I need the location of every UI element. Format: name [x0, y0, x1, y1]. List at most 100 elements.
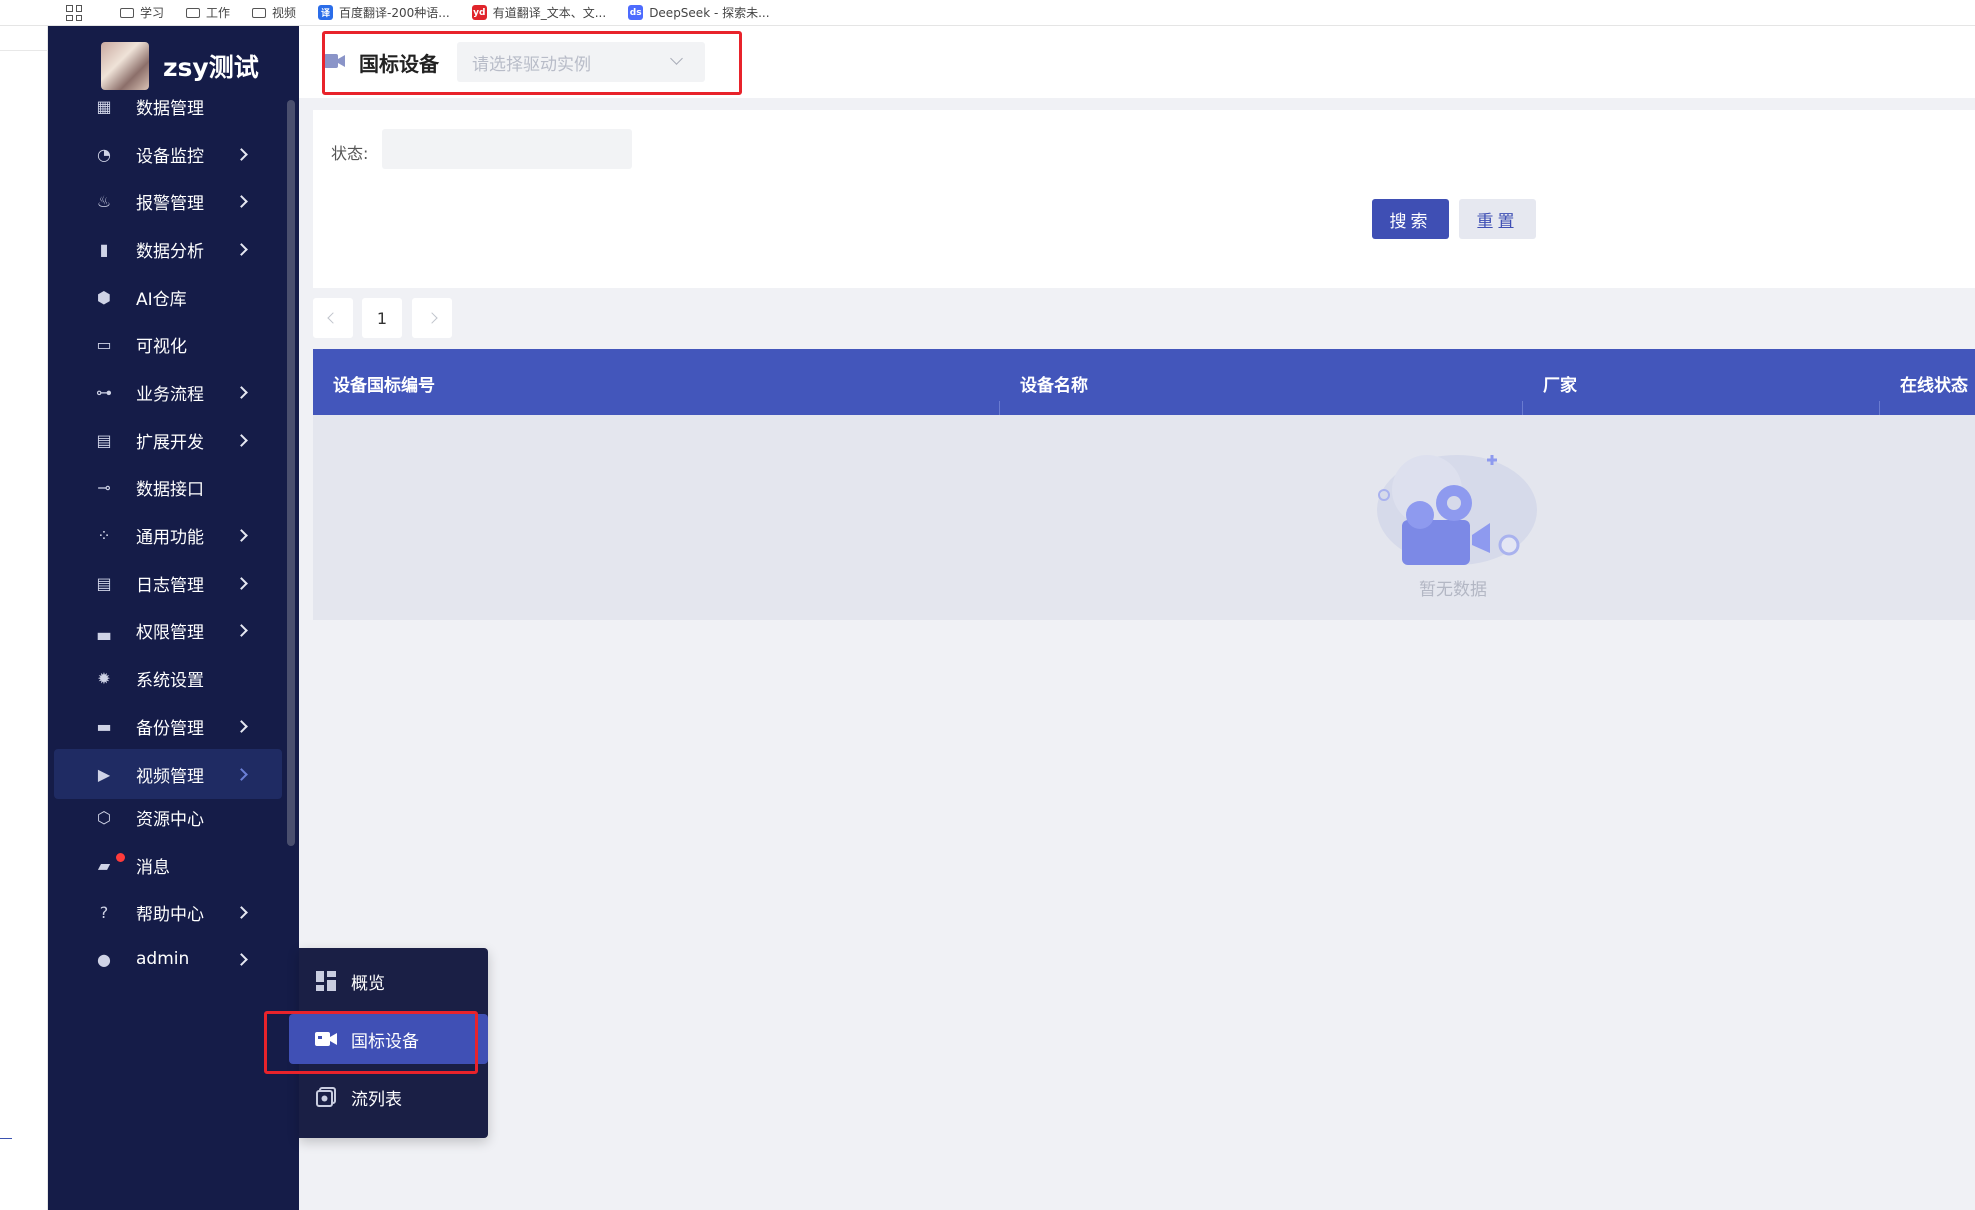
folder-icon [252, 7, 267, 18]
chevron-right-icon [235, 528, 248, 542]
sidebar-item-1[interactable]: ▦ 数据管理 [54, 81, 282, 131]
apps-grid-icon[interactable] [66, 5, 82, 21]
column-divider [1522, 401, 1523, 415]
sidebar-item-label: 可视化 [136, 336, 187, 357]
submenu-item-label: 概览 [351, 973, 385, 994]
submenu-item-stream-list[interactable]: 流列表 [299, 1072, 488, 1122]
sidebar-item-3[interactable]: ♨ 报警管理 [54, 176, 282, 226]
bookmark-youdao[interactable]: yd 有道翻译_文本、文... [471, 4, 606, 21]
chevron-right-icon [235, 194, 248, 208]
sidebar-item-label: 消息 [136, 857, 170, 878]
ai-icon: ⬢ [97, 287, 111, 307]
cube-icon: ⬡ [97, 807, 111, 827]
chevron-right-icon [235, 952, 248, 966]
sidebar-item-label: 数据分析 [136, 241, 204, 262]
sidebar-item-label: 日志管理 [136, 575, 204, 596]
sidebar-item-19[interactable]: ● admin [54, 934, 282, 984]
sidebar-item-14[interactable]: ▬ 备份管理 [54, 701, 282, 751]
sidebar-item-label: 业务流程 [136, 384, 204, 405]
bookmark-folder-study[interactable]: 学习 [120, 4, 164, 21]
sidebar-item-8[interactable]: ▤ 扩展开发 [54, 415, 282, 465]
sidebar-item-5[interactable]: ⬢ AI仓库 [54, 272, 282, 322]
sidebar-scrollbar[interactable] [287, 100, 295, 846]
browser-side-strip [0, 26, 48, 1210]
sidebar-item-6[interactable]: ▭ 可视化 [54, 319, 282, 369]
filter-panel: 状态: 搜索 重置 [313, 110, 1975, 288]
deepseek-icon: ds [628, 5, 644, 20]
sidebar-item-2[interactable]: ◔ 设备监控 [54, 129, 282, 179]
stream-icon [315, 1086, 337, 1108]
strip-divider [0, 50, 48, 51]
bookmark-folder-work[interactable]: 工作 [186, 4, 230, 21]
column-header-gb-id[interactable]: 设备国标编号 [333, 371, 435, 396]
sidebar-item-label: 视频管理 [136, 766, 204, 787]
status-select[interactable] [382, 129, 632, 169]
highlight-box-header [322, 31, 742, 95]
search-button[interactable]: 搜索 [1372, 199, 1449, 239]
sidebar-item-label: 系统设置 [136, 670, 204, 691]
sidebar-item-label: 报警管理 [136, 193, 204, 214]
sidebar-item-10[interactable]: ⁘ 通用功能 [54, 510, 282, 560]
chevron-right-icon [235, 623, 248, 637]
grid-icon: ⁘ [97, 525, 111, 545]
next-page-button[interactable] [412, 298, 452, 338]
sidebar-item-7[interactable]: ⊶ 业务流程 [54, 367, 282, 417]
table-header: 设备国标编号 设备名称 厂家 在线状态 [313, 349, 1975, 415]
screen-icon: ▭ [96, 334, 112, 354]
bookmark-deepseek[interactable]: ds DeepSeek - 探索未... [628, 4, 770, 21]
bookmark-baidu-translate[interactable]: 译百度翻译-200种语... [318, 4, 450, 21]
alarm-icon: ♨ [96, 191, 112, 211]
folder-icon [120, 7, 134, 18]
sidebar-item-18[interactable]: ? 帮助中心 [54, 887, 282, 937]
sidebar-item-4[interactable]: ▮ 数据分析 [54, 224, 282, 274]
log-icon: ▤ [96, 573, 112, 593]
chevron-left-icon [327, 312, 339, 324]
sidebar-item-label: 数据接口 [136, 479, 204, 500]
sidebar-item-16[interactable]: ⬡ 资源中心 [54, 792, 282, 842]
video-icon: ▶ [97, 764, 111, 784]
youdao-icon: yd [471, 5, 487, 20]
chevron-right-icon [426, 312, 438, 324]
baidu-translate-icon: 译 [318, 5, 334, 20]
chevron-right-icon [235, 767, 248, 781]
sidebar-item-label: admin [136, 949, 190, 969]
column-header-manufacturer[interactable]: 厂家 [1543, 371, 1577, 396]
sidebar-item-label: 备份管理 [136, 718, 204, 739]
bookmark-folder-video[interactable]: 视频 [252, 4, 296, 21]
sidebar-item-17[interactable]: ▰ 消息 [54, 840, 282, 890]
data-icon: ▦ [96, 96, 112, 116]
sidebar-item-12[interactable]: ▃ 权限管理 [54, 605, 282, 655]
lock-icon: ▃ [97, 620, 111, 640]
gear-icon: ✹ [97, 668, 111, 688]
column-header-online-status[interactable]: 在线状态 [1900, 371, 1968, 396]
help-icon: ? [99, 902, 109, 922]
page-number[interactable]: 1 [362, 298, 402, 338]
sidebar-item-label: 帮助中心 [136, 904, 204, 925]
submenu-item-label: 流列表 [351, 1089, 402, 1110]
column-header-device-name[interactable]: 设备名称 [1020, 371, 1088, 396]
chevron-right-icon [235, 433, 248, 447]
sidebar-item-11[interactable]: ▤ 日志管理 [54, 558, 282, 608]
user-icon: ● [97, 949, 111, 969]
chevron-right-icon [235, 385, 248, 399]
sidebar-item-label: 数据管理 [136, 98, 204, 119]
sidebar-item-13[interactable]: ✹ 系统设置 [54, 653, 282, 703]
chevron-right-icon [235, 719, 248, 733]
sidebar-item-label: 权限管理 [136, 622, 204, 643]
notification-dot [116, 853, 125, 862]
code-icon: ▤ [96, 430, 112, 450]
sidebar: zsy测试 ▦ 数据管理 ◔ 设备监控 ♨ 报警管理 ▮ 数据分析 ⬢ AI仓库 ▭ 可视化 ⊶ 业务流程… [48, 26, 299, 1210]
submenu-item-overview[interactable]: 概览 [299, 956, 488, 1006]
highlight-box-submenu [264, 1011, 478, 1074]
chevron-right-icon [235, 147, 248, 161]
prev-page-button[interactable] [313, 298, 353, 338]
sidebar-item-label: 设备监控 [136, 146, 204, 167]
sidebar-item-9[interactable]: ⊸ 数据接口 [54, 462, 282, 512]
reset-button[interactable]: 重置 [1459, 199, 1536, 239]
message-icon: ▰ [97, 855, 111, 875]
dashboard-icon [315, 970, 337, 992]
column-divider [1879, 401, 1880, 415]
plug-icon: ⊸ [97, 477, 111, 497]
flow-icon: ⊶ [96, 382, 112, 402]
chevron-right-icon [235, 576, 248, 590]
